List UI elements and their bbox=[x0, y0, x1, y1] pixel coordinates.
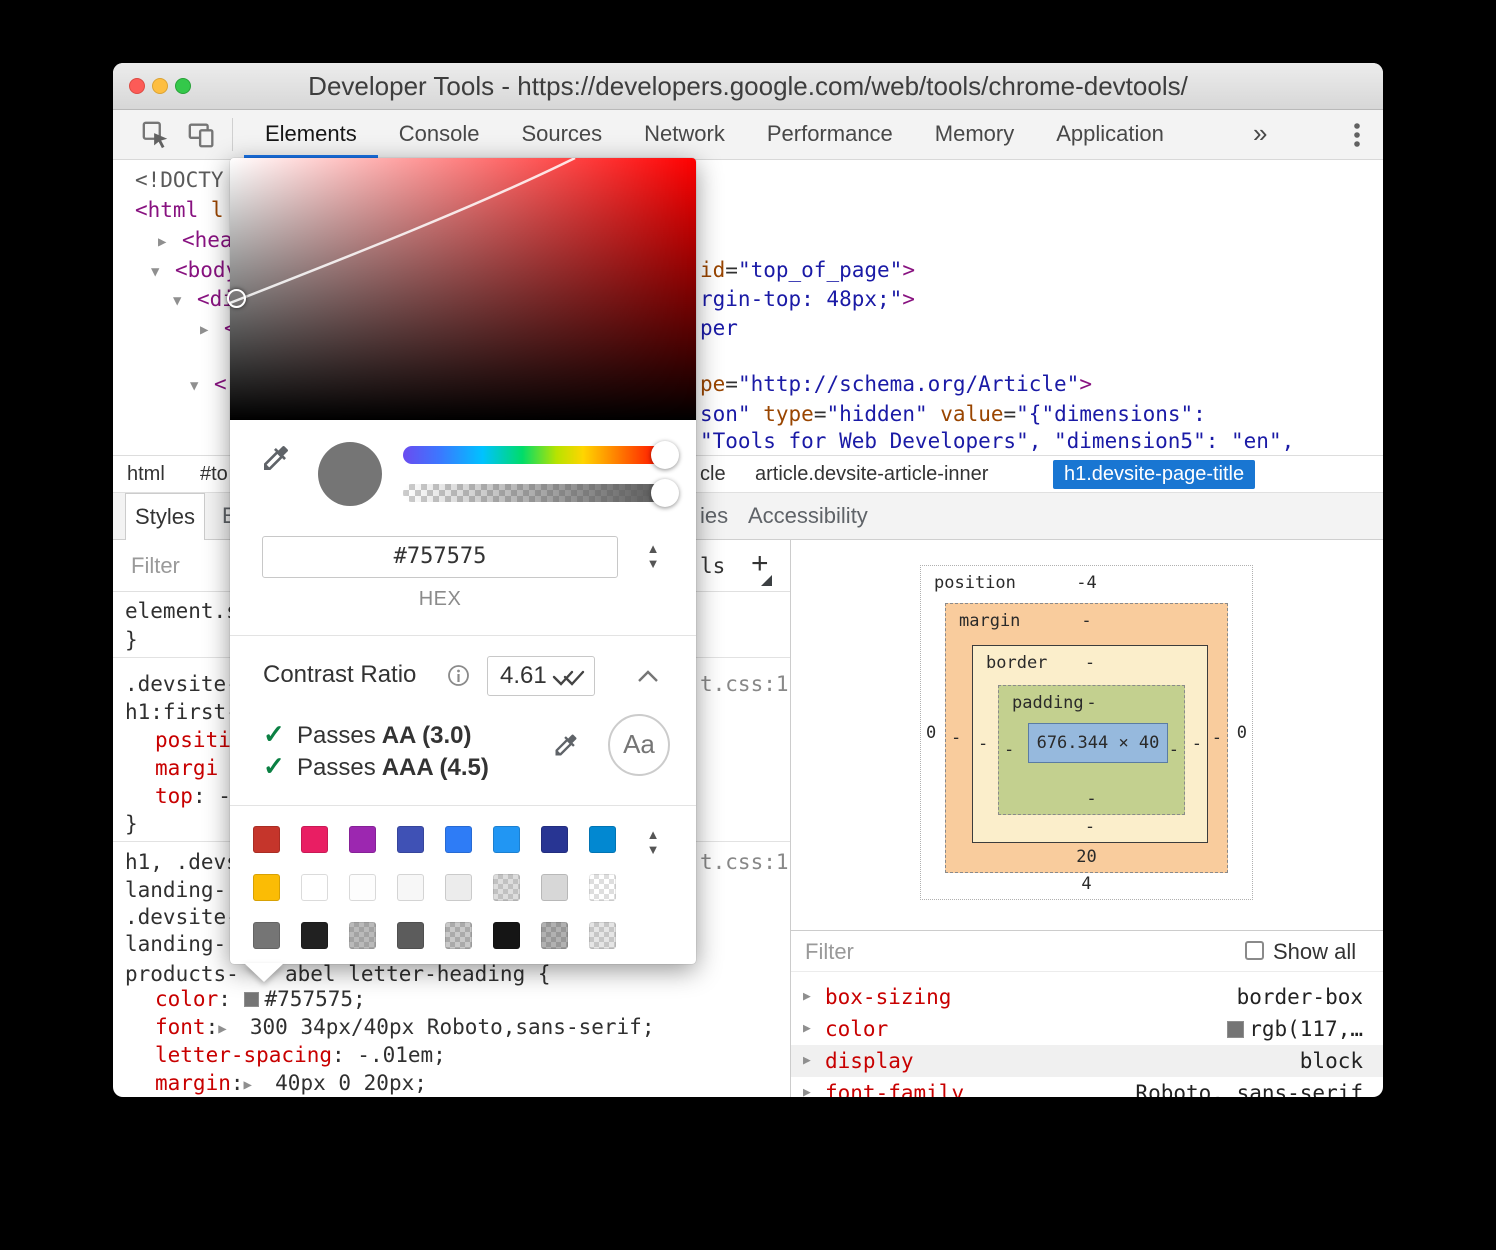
current-color-swatch bbox=[318, 442, 382, 506]
computed-property-row[interactable]: ▶ display block bbox=[791, 1045, 1383, 1077]
hue-knob[interactable] bbox=[651, 441, 679, 469]
computed-property-value: block bbox=[1300, 1045, 1363, 1077]
palette-swatch[interactable] bbox=[397, 874, 424, 901]
arrow-down-icon[interactable]: ▼ bbox=[642, 556, 664, 571]
computed-property-name: color bbox=[825, 1013, 888, 1045]
contrast-ratio-number: 4.61 bbox=[500, 662, 547, 690]
divider bbox=[230, 635, 696, 636]
computed-property-name: box-sizing bbox=[825, 981, 951, 1013]
palette-swatch[interactable] bbox=[589, 874, 616, 901]
passes-text: Passes bbox=[297, 722, 376, 749]
computed-property-row[interactable]: ▶ font-family Roboto, sans-serif bbox=[791, 1077, 1383, 1097]
color-format-toggle[interactable]: ▲ ▼ bbox=[642, 541, 664, 571]
color-dragger[interactable] bbox=[227, 289, 246, 308]
expand-icon[interactable]: ▶ bbox=[803, 1045, 811, 1077]
palette-swatch[interactable] bbox=[397, 826, 424, 853]
computed-property-name: display bbox=[825, 1045, 914, 1077]
double-check-icon bbox=[552, 665, 586, 687]
palette-swatch[interactable] bbox=[445, 922, 472, 949]
hex-input[interactable]: #757575 bbox=[262, 536, 618, 578]
expand-icon[interactable]: ▶ bbox=[803, 1077, 811, 1097]
palette-swatch[interactable] bbox=[349, 826, 376, 853]
contrast-ratio-value: 4.61 bbox=[487, 656, 595, 696]
popup-tail bbox=[244, 963, 284, 982]
alpha-knob[interactable] bbox=[651, 479, 679, 507]
contrast-aa-result: ✓PassesAA (3.0) bbox=[263, 718, 472, 750]
palette-swatch[interactable] bbox=[349, 922, 376, 949]
palette-swatch[interactable] bbox=[541, 874, 568, 901]
computed-property-value: rgb(117,… bbox=[1227, 1013, 1363, 1045]
palette-swatch[interactable] bbox=[253, 922, 280, 949]
expand-icon[interactable]: ▶ bbox=[803, 1013, 811, 1045]
hue-slider[interactable] bbox=[403, 446, 668, 464]
palette-swatch[interactable] bbox=[493, 826, 520, 853]
computed-property-value: Roboto, sans-serif bbox=[1135, 1077, 1363, 1097]
palette-swatch[interactable] bbox=[253, 874, 280, 901]
palette-swatch[interactable] bbox=[301, 874, 328, 901]
aa-level: AA (3.0) bbox=[382, 722, 472, 749]
alpha-slider[interactable] bbox=[403, 484, 668, 502]
palette-swatch[interactable] bbox=[445, 826, 472, 853]
contrast-line bbox=[230, 158, 696, 420]
passes-text: Passes bbox=[297, 754, 376, 781]
contrast-eyedropper-icon[interactable] bbox=[552, 731, 580, 759]
arrow-down-icon[interactable]: ▼ bbox=[642, 842, 664, 857]
computed-property-row[interactable]: ▶ color rgb(117,… bbox=[791, 1013, 1383, 1045]
palette-swatch[interactable] bbox=[301, 922, 328, 949]
contrast-preview-button[interactable]: Aa bbox=[608, 714, 670, 776]
computed-property-name: font-family bbox=[825, 1077, 964, 1097]
alpha-gradient bbox=[403, 484, 668, 502]
palette-swatch[interactable] bbox=[589, 826, 616, 853]
divider bbox=[230, 805, 696, 806]
palette-swatch[interactable] bbox=[301, 826, 328, 853]
aaa-check-icon: ✓ bbox=[263, 750, 297, 782]
devtools-window: Developer Tools - https://developers.goo… bbox=[113, 63, 1383, 1097]
arrow-up-icon[interactable]: ▲ bbox=[642, 541, 664, 556]
palette-swatch[interactable] bbox=[589, 922, 616, 949]
palette-swatch[interactable] bbox=[493, 922, 520, 949]
palette-swatch[interactable] bbox=[493, 874, 520, 901]
palette-swatch[interactable] bbox=[349, 874, 376, 901]
aaa-level: AAA (4.5) bbox=[382, 754, 489, 781]
palette-swatch[interactable] bbox=[541, 826, 568, 853]
palette-swatch[interactable] bbox=[253, 826, 280, 853]
palette-swatch[interactable] bbox=[541, 922, 568, 949]
computed-property-row[interactable]: ▶ box-sizing border-box bbox=[791, 981, 1383, 1013]
palette-swatch[interactable] bbox=[445, 874, 472, 901]
color-picker-popup: #757575 ▲ ▼ HEX Contrast Ratio 4.61 ✓Pas… bbox=[230, 158, 696, 964]
collapse-contrast-icon[interactable] bbox=[635, 664, 661, 688]
info-icon[interactable] bbox=[447, 664, 470, 687]
palette-swatch[interactable] bbox=[397, 922, 424, 949]
aa-check-icon: ✓ bbox=[263, 718, 297, 750]
color-saturation-area[interactable] bbox=[230, 158, 696, 420]
contrast-ratio-label: Contrast Ratio bbox=[263, 661, 416, 689]
color-swatch bbox=[1227, 1021, 1244, 1038]
palette-toggle[interactable]: ▲ ▼ bbox=[642, 827, 664, 857]
eyedropper-icon[interactable] bbox=[260, 442, 292, 474]
computed-property-value: border-box bbox=[1237, 981, 1363, 1013]
hex-format-label: HEX bbox=[262, 588, 618, 611]
contrast-aaa-result: ✓PassesAAA (4.5) bbox=[263, 750, 489, 782]
arrow-up-icon[interactable]: ▲ bbox=[642, 827, 664, 842]
expand-icon[interactable]: ▶ bbox=[803, 981, 811, 1013]
